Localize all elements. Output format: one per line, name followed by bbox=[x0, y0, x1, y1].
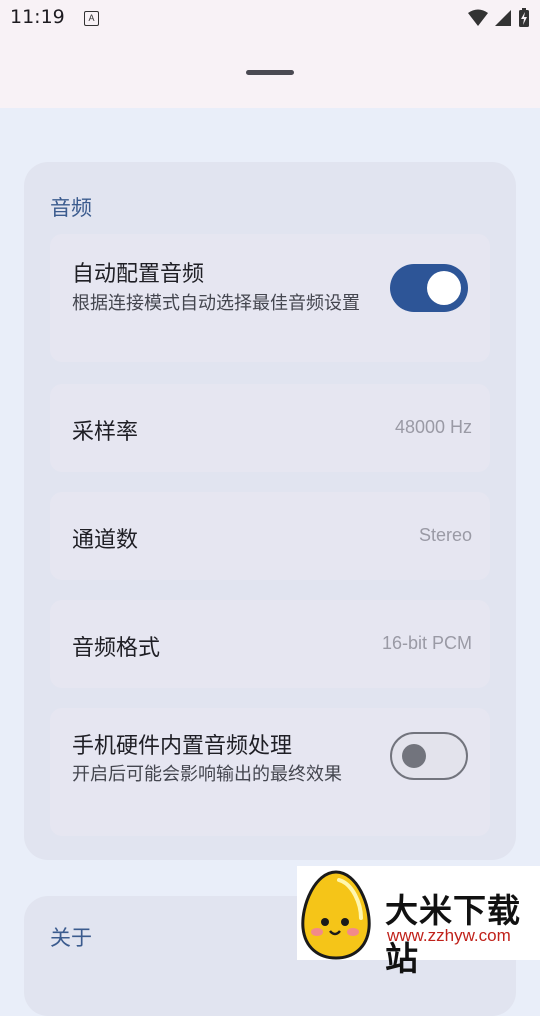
auto-config-audio-description: 根据连接模式自动选择最佳音频设置 bbox=[72, 293, 360, 314]
mascot-logo-icon bbox=[301, 870, 371, 960]
keyboard-indicator-icon: A bbox=[84, 11, 99, 26]
hardware-audio-processing-item[interactable]: 手机硬件内置音频处理 开启后可能会影响输出的最终效果 bbox=[50, 708, 490, 836]
status-icons bbox=[468, 8, 530, 28]
sample-rate-value: 48000 Hz bbox=[394, 417, 472, 437]
channels-title: 通道数 bbox=[72, 528, 139, 553]
toggle-knob bbox=[427, 271, 461, 305]
audio-format-item[interactable]: 音频格式 16-bit PCM bbox=[50, 600, 490, 688]
watermark-url: www.zzhyw.com bbox=[387, 926, 511, 945]
auto-config-audio-item[interactable]: 自动配置音频 根据连接模式自动选择最佳音频设置 bbox=[50, 234, 490, 362]
sample-rate-item[interactable]: 采样率 48000 Hz bbox=[50, 384, 490, 472]
drag-handle[interactable] bbox=[246, 70, 294, 75]
watermark: 大米下载站 www.zzhyw.com bbox=[297, 866, 540, 978]
hardware-audio-processing-title: 手机硬件内置音频处理 bbox=[72, 734, 293, 759]
wifi-icon bbox=[468, 9, 488, 26]
auto-config-audio-title: 自动配置音频 bbox=[72, 262, 205, 287]
toggle-knob bbox=[402, 744, 426, 768]
battery-charging-icon bbox=[519, 8, 529, 27]
status-time: 11:19 bbox=[10, 6, 65, 28]
signal-icon bbox=[495, 10, 511, 26]
auto-config-audio-toggle[interactable] bbox=[390, 264, 468, 312]
channels-item[interactable]: 通道数 Stereo bbox=[50, 492, 490, 580]
audio-settings-card: 音频 自动配置音频 根据连接模式自动选择最佳音频设置 采样率 48000 Hz … bbox=[24, 162, 516, 860]
audio-format-title: 音频格式 bbox=[72, 636, 161, 661]
hardware-audio-processing-description: 开启后可能会影响输出的最终效果 bbox=[72, 764, 342, 785]
audio-format-value: 16-bit PCM bbox=[381, 633, 472, 653]
bottom-sheet-header bbox=[0, 38, 540, 108]
channels-value: Stereo bbox=[418, 525, 472, 545]
sample-rate-title: 采样率 bbox=[72, 420, 139, 445]
audio-section-title: 音频 bbox=[50, 196, 92, 220]
hardware-audio-processing-toggle[interactable] bbox=[390, 732, 468, 780]
status-bar: 11:19 A bbox=[0, 0, 540, 38]
about-section-title: 关于 bbox=[50, 926, 92, 950]
